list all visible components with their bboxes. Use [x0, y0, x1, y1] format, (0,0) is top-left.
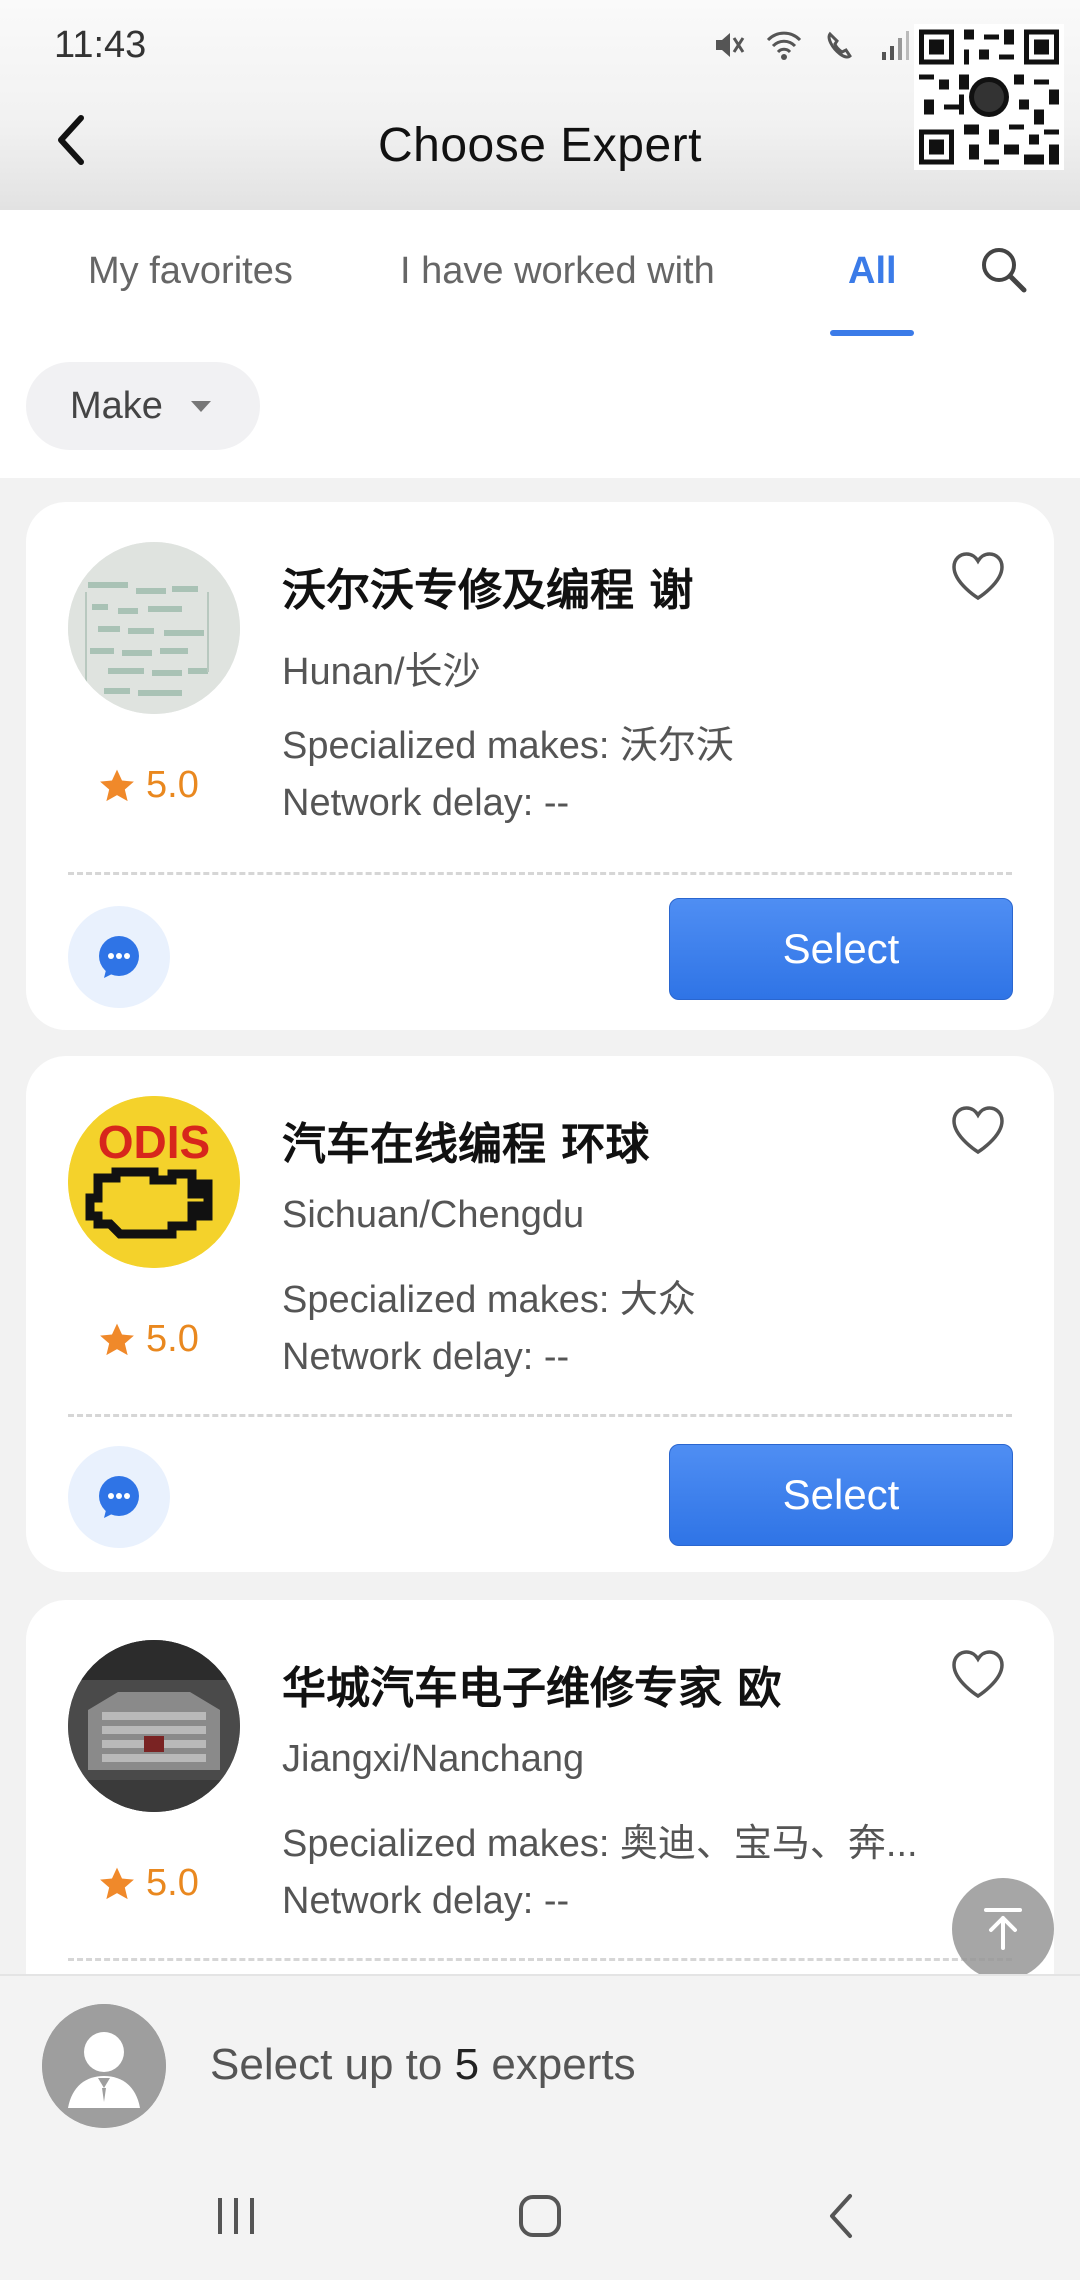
expert-avatar[interactable] — [68, 1640, 240, 1812]
status-time: 11:43 — [54, 24, 147, 66]
recent-apps-button[interactable] — [214, 2196, 258, 2241]
search-icon — [982, 248, 1027, 293]
chat-button[interactable] — [68, 906, 170, 1008]
rating-value: 5.0 — [146, 764, 199, 806]
caret-down-icon — [190, 400, 211, 412]
wifi-icon — [766, 31, 802, 60]
chat-bubble-icon — [99, 1476, 139, 1518]
star-icon — [100, 1867, 134, 1899]
tab-worked-with[interactable]: I have worked with — [400, 250, 715, 293]
back-to-top-button[interactable] — [952, 1878, 1054, 1980]
recent-apps-icon — [218, 2198, 254, 2234]
card-divider — [68, 1958, 1012, 1961]
expert-card: 5.0 沃尔沃专修及编程 谢 Hunan/长沙 Specialized make… — [26, 502, 1054, 1030]
select-button[interactable]: Select — [669, 898, 1013, 1000]
expert-card: ODIS 5.0 汽车在线编程 环球 Sichuan/Chengdu Speci… — [26, 1056, 1054, 1572]
expert-name: 沃尔沃专修及编程 谢 — [282, 565, 694, 616]
rating-value: 5.0 — [146, 1318, 199, 1360]
card-divider — [68, 1414, 1012, 1417]
avatar-odis-logo: ODIS — [98, 1116, 210, 1168]
expert-name: 汽车在线编程 环球 — [282, 1119, 650, 1170]
expert-network-delay: Network delay: -- — [282, 1880, 570, 1922]
user-avatar-icon — [42, 2004, 166, 2128]
star-icon — [100, 1323, 134, 1355]
tab-bar: My favorites I have worked with All — [0, 210, 1080, 340]
expert-rating: 5.0 — [98, 1318, 199, 1361]
favorite-heart-icon[interactable] — [950, 550, 1006, 602]
expert-rating: 5.0 — [98, 764, 199, 807]
expert-region: Jiangxi/Nanchang — [282, 1738, 585, 1780]
rating-value: 5.0 — [146, 1862, 199, 1904]
favorite-heart-icon[interactable] — [950, 1104, 1006, 1156]
signal-icon — [882, 31, 909, 60]
expert-card: 5.0 华城汽车电子维修专家 欧 Jiangxi/Nanchang Specia… — [26, 1600, 1054, 2020]
tab-my-favorites[interactable]: My favorites — [88, 250, 293, 293]
favorite-heart-icon[interactable] — [950, 1648, 1006, 1700]
status-icons — [712, 28, 910, 62]
star-icon — [100, 769, 134, 801]
arrow-up-icon — [984, 1908, 1022, 1950]
search-button[interactable] — [976, 242, 1032, 298]
expert-makes: Specialized makes: 沃尔沃 — [282, 725, 734, 767]
expert-makes: Specialized makes: 奥迪、宝马、奔... — [282, 1823, 918, 1865]
expert-network-delay: Network delay: -- — [282, 1336, 570, 1378]
chat-bubble-icon — [99, 936, 139, 978]
selection-count: 5 — [454, 2040, 480, 2089]
active-tab-indicator — [830, 330, 914, 336]
expert-makes: Specialized makes: 大众 — [282, 1279, 696, 1321]
expert-rating: 5.0 — [98, 1862, 199, 1905]
selection-limit-text: Select up to 5 experts — [210, 2040, 636, 2090]
make-filter-dropdown[interactable]: Make — [26, 362, 260, 450]
expert-avatar[interactable] — [68, 542, 240, 714]
home-button[interactable] — [518, 2194, 562, 2243]
expert-avatar[interactable]: ODIS — [68, 1096, 240, 1268]
make-filter-label: Make — [70, 384, 163, 427]
back-arrow-icon — [830, 2194, 852, 2238]
home-icon — [519, 2195, 561, 2237]
call-icon — [827, 31, 852, 59]
page-title: Choose Expert — [377, 119, 702, 172]
tab-all[interactable]: All — [848, 250, 897, 293]
expert-name: 华城汽车电子维修专家 欧 — [282, 1663, 782, 1714]
select-button[interactable]: Select — [669, 1444, 1013, 1546]
system-back-button[interactable] — [826, 2192, 856, 2245]
selection-suffix: experts — [479, 2040, 636, 2089]
expert-region: Sichuan/Chengdu — [282, 1194, 585, 1236]
card-divider — [68, 872, 1012, 875]
expert-network-delay: Network delay: -- — [282, 782, 570, 824]
selection-prefix: Select up to — [210, 2040, 455, 2089]
chat-button[interactable] — [68, 1446, 170, 1548]
expert-region: Hunan/长沙 — [282, 651, 481, 693]
mute-icon — [716, 33, 745, 57]
